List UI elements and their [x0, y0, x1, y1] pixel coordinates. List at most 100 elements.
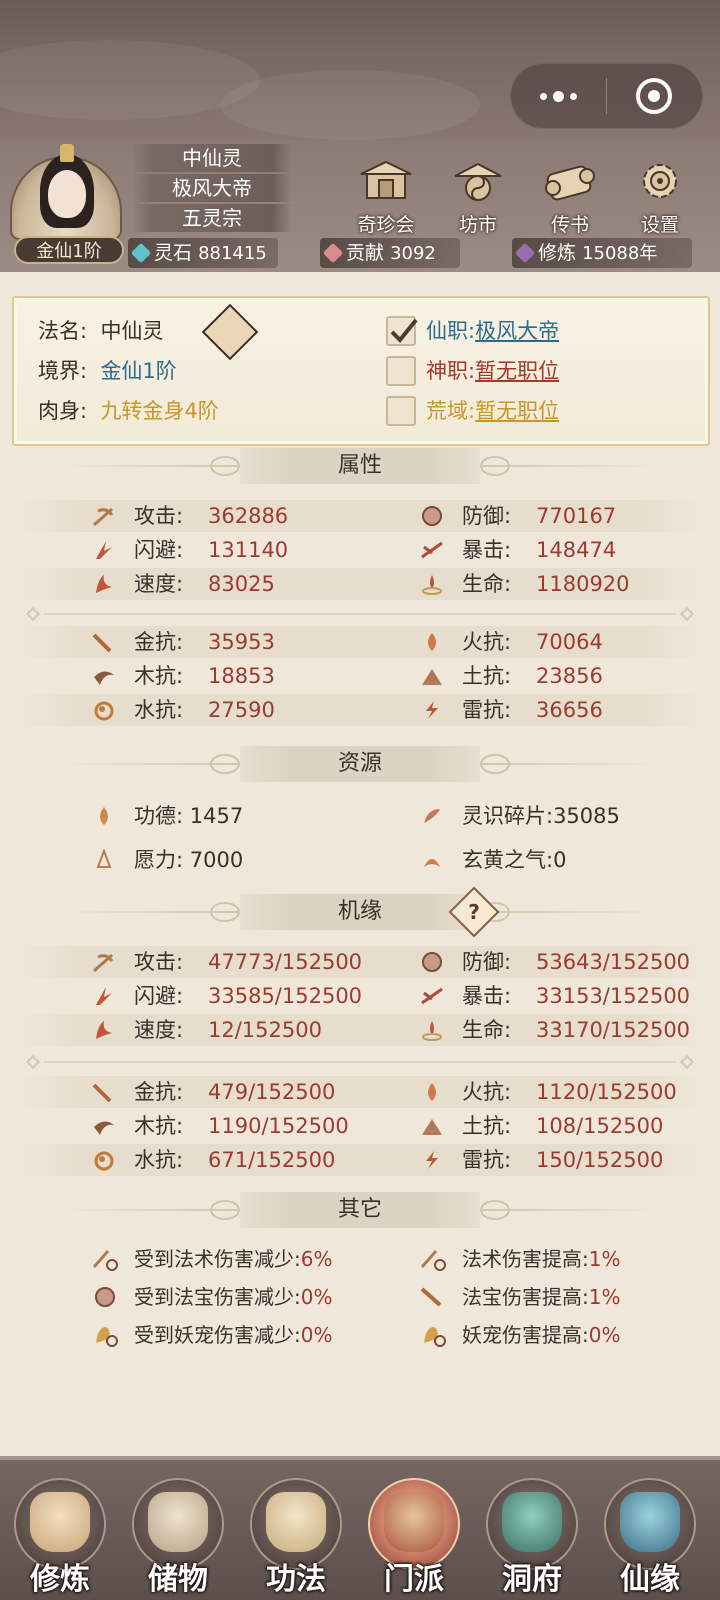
others-title: 其它	[240, 1192, 480, 1228]
fortune-earth-value: 108/152500	[536, 1114, 664, 1138]
metal-resist-icon	[92, 633, 112, 653]
market-label: 坊市	[458, 214, 497, 236]
fortune-metal-value: 479/152500	[208, 1080, 336, 1104]
body-value: 九转金身4阶	[100, 399, 219, 423]
realm-row: 境界: 金仙1阶	[38, 356, 177, 386]
main-panel: 法名: 中仙灵 境界: 金仙1阶 肉身: 九转金身4阶 仙职:极风大帝 神职:暂…	[0, 272, 720, 1456]
xuanhuang-qi-icon	[424, 859, 440, 867]
spell-boost-label: 法术伤害提高:	[462, 1247, 589, 1271]
letter-button[interactable]: 传书	[532, 158, 608, 236]
fortune-thunder-value: 150/152500	[536, 1148, 664, 1172]
others-heading: 其它	[60, 1192, 660, 1228]
fortune-water-label: 水抗:	[134, 1148, 184, 1172]
spell-reduction-label: 受到法术伤害减少:	[134, 1247, 301, 1271]
fortune-heading: 机缘	[60, 894, 660, 930]
fortune-row: 闪避: 33585/152500 暴击: 33153/152500	[14, 980, 706, 1012]
meditation-icon	[30, 1492, 90, 1552]
market-button[interactable]: 坊市	[440, 158, 516, 236]
mini-program-capsule	[510, 63, 703, 129]
spell-boost-value: 1%	[588, 1247, 621, 1271]
resist-row: 水抗: 27590 雷抗: 36656	[14, 694, 706, 726]
huangyu-link[interactable]: 暂无职位	[475, 399, 559, 423]
treasure-pavilion-button[interactable]: 奇珍会	[348, 158, 424, 236]
thunder-resist-icon	[426, 1151, 438, 1169]
other-row: 受到法术伤害减少:6% 法术伤害提高:1%	[14, 1242, 706, 1276]
earth-resist-label: 土抗:	[462, 664, 512, 688]
huangyu-checkbox[interactable]	[386, 396, 416, 426]
defense-label: 防御:	[462, 504, 512, 528]
wood-resist-value: 18853	[208, 664, 275, 688]
settings-button[interactable]: 设置	[622, 158, 698, 236]
water-resist-value: 27590	[208, 698, 275, 722]
nav-storage[interactable]: 储物	[122, 1474, 234, 1600]
fortune-defense-value: 53643/152500	[536, 950, 691, 974]
fortune-fire-label: 火抗:	[462, 1080, 512, 1104]
fortune-speed-value: 12/152500	[208, 1018, 322, 1042]
settings-label: 设置	[640, 214, 679, 236]
treasure-reduction-label: 受到法宝伤害减少:	[134, 1285, 301, 1309]
shenzhi-label: 神职:	[426, 359, 476, 383]
nav-storage-label: 储物	[148, 1562, 208, 1597]
speed-icon	[96, 575, 112, 593]
fortune-wood-label: 木抗:	[134, 1114, 184, 1138]
cultivation-display: 修炼 15088年	[512, 238, 692, 268]
immortal-fate-icon	[620, 1492, 680, 1552]
shenzhi-checkbox[interactable]	[386, 356, 416, 386]
nav-sect-label: 门派	[384, 1562, 444, 1597]
pet-boost-value: 0%	[588, 1323, 621, 1347]
dharma-name-label: 法名:	[38, 319, 88, 343]
wish-power-icon	[96, 849, 112, 868]
spirit-stone-display: 灵石 881415	[128, 238, 278, 268]
xianzhi-checkbox[interactable]	[386, 316, 418, 346]
fortune-earth-label: 土抗:	[462, 1114, 512, 1138]
xianzhi-link[interactable]: 极风大帝	[475, 319, 559, 343]
spirit-shard-text: 灵识碎片:35085	[462, 804, 620, 828]
cultivation-value: 15088年	[582, 243, 658, 264]
crit-label: 暴击:	[462, 538, 512, 562]
fortune-crit-value: 33153/152500	[536, 984, 691, 1008]
water-resist-label: 水抗:	[134, 698, 184, 722]
spirit-stone-label: 灵石	[154, 242, 193, 264]
thunder-resist-icon	[426, 701, 438, 719]
speed-label: 速度:	[134, 572, 184, 596]
wish-power-text: 愿力: 7000	[134, 848, 244, 872]
nav-sect[interactable]: 门派	[358, 1474, 470, 1600]
fortune-speed-label: 速度:	[134, 1018, 184, 1042]
nav-technique[interactable]: 功法	[240, 1474, 352, 1600]
resource-bar: 灵石 881415 贡献 3092 修炼 15088年	[128, 238, 720, 268]
spell-boost-icon	[420, 1250, 446, 1271]
fortune-defense-label: 防御:	[462, 950, 512, 974]
pet-boost-icon	[424, 1327, 446, 1347]
gear-icon	[643, 164, 677, 198]
life-icon	[422, 575, 442, 595]
letter-label: 传书	[550, 214, 589, 236]
metal-resist-icon	[92, 1083, 112, 1103]
shenzhi-link[interactable]: 暂无职位	[475, 359, 559, 383]
rename-brush-icon[interactable]	[201, 303, 259, 361]
fortune-thunder-label: 雷抗:	[462, 1148, 512, 1172]
contribution-icon	[322, 242, 344, 264]
pet-reduction-value: 0%	[300, 1323, 333, 1347]
cultivation-icon	[514, 242, 536, 264]
resist-row: 金抗: 35953 火抗: 70064	[14, 626, 706, 658]
avatar[interactable]: 金仙1阶	[6, 144, 128, 268]
resources-title: 资源	[240, 746, 480, 782]
nav-meditation[interactable]: 修炼	[4, 1474, 116, 1600]
spell-reduction-icon	[92, 1250, 118, 1271]
fortune-row: 速度: 12/152500 生命: 33170/152500	[14, 1014, 706, 1046]
defense-icon	[422, 952, 442, 972]
contribution-label: 贡献	[346, 242, 385, 264]
fortune-dodge-label: 闪避:	[134, 984, 184, 1008]
market-icon	[454, 162, 502, 201]
other-row: 受到妖宠伤害减少:0% 妖宠伤害提高:0%	[14, 1318, 706, 1352]
xianzhi-row: 仙职:极风大帝	[426, 316, 559, 346]
dodge-icon	[96, 541, 112, 559]
target-circle-icon[interactable]	[607, 63, 702, 129]
more-dots-icon[interactable]	[511, 63, 606, 129]
attributes-heading: 属性	[60, 448, 660, 484]
xianzhi-label: 仙职:	[426, 319, 476, 343]
nav-fate[interactable]: 仙缘	[594, 1474, 706, 1600]
player-sect: 五灵宗	[132, 204, 292, 232]
nav-cave[interactable]: 洞府	[476, 1474, 588, 1600]
life-icon	[422, 1021, 442, 1041]
